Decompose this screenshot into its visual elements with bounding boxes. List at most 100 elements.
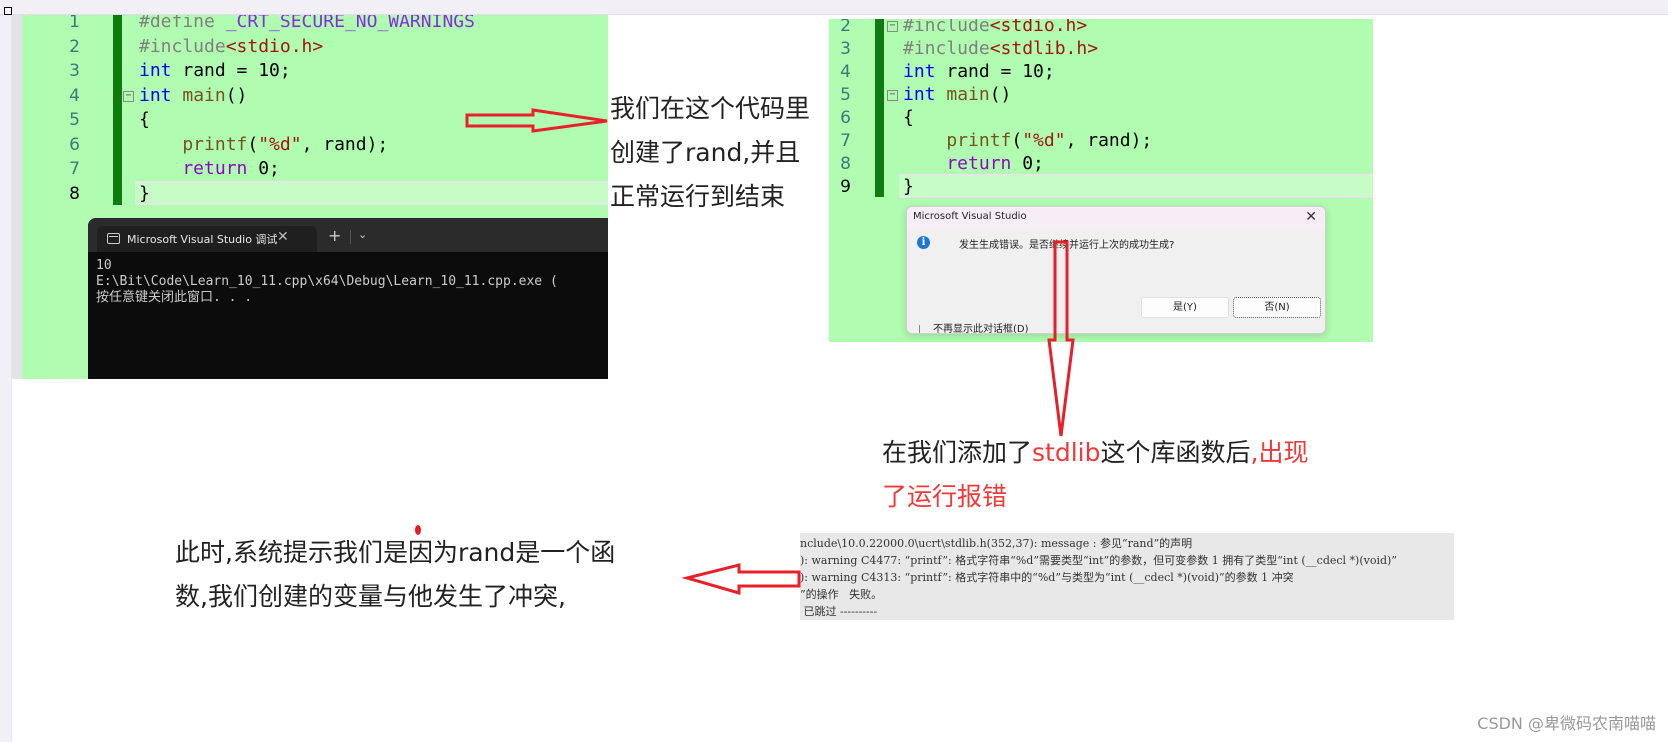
- annotation-top: 我们在这个代码里 创建了rand,并且 正常运行到结束: [610, 87, 810, 219]
- change-indicator-bar: [113, 15, 122, 205]
- code-text: int rand = 10;: [139, 58, 291, 84]
- line-number: 5: [69, 110, 80, 130]
- build-output-line: nclude\10.0.22000.0\ucrt\stdlib.h(352,37…: [800, 537, 1193, 550]
- code-token: #define: [139, 15, 226, 32]
- code-token: rand = 10;: [935, 61, 1055, 82]
- watermark: CSDN @卑微码农南喵喵: [1477, 714, 1656, 733]
- code-line: 2 #include<stdio.h>: [12, 34, 608, 60]
- line-number: 9: [840, 177, 851, 197]
- code-text: }: [903, 174, 914, 200]
- build-error-dialog: Microsoft Visual Studio ✕ i 发生生成错误。是否继续并…: [906, 206, 1326, 334]
- code-token: , rand);: [301, 133, 389, 155]
- annotation-line: 我们在这个代码里: [610, 94, 811, 123]
- tab-separator: [350, 230, 351, 244]
- annotation-line: 创建了rand,并且: [610, 138, 801, 167]
- change-indicator-bar: [875, 19, 884, 197]
- annotation-highlight: ,出现: [1250, 438, 1309, 467]
- console-tab-title: Microsoft Visual Studio 调试: [127, 233, 278, 246]
- line-number: 4: [69, 85, 80, 106]
- line-number: 2: [69, 36, 80, 57]
- line-number: 3: [69, 61, 80, 81]
- code-token: int: [139, 84, 172, 106]
- code-line: 4 int main() −: [12, 83, 608, 109]
- annotation-middle: 在我们添加了stdlib这个库函数后,出现 了运行报错: [882, 431, 1308, 519]
- annotation-line: 在我们添加了stdlib这个库函数后,出现: [882, 431, 1308, 475]
- code-token: <stdio.h>: [225, 35, 324, 57]
- no-button[interactable]: 否(N): [1233, 297, 1321, 318]
- annotation-highlight: stdlib: [1032, 438, 1101, 467]
- line-number: 8: [69, 183, 80, 204]
- code-token: int: [139, 60, 172, 81]
- code-token: <stdlib.h>: [989, 38, 1099, 59]
- code-text: printf("%d", rand);: [139, 132, 388, 158]
- close-tab-icon[interactable]: ✕: [277, 229, 289, 245]
- annotation-text: 在我们添加了: [882, 438, 1033, 467]
- build-output-line: 已跳过 ----------: [800, 605, 878, 618]
- build-output-line: ”的操作 失败。: [800, 588, 883, 601]
- code-token: _CRT_SECURE_NO_WARNINGS: [225, 15, 475, 32]
- debug-console-window: Microsoft Visual Studio 调试 ✕ + ⌄ 10 E:\B…: [88, 218, 608, 379]
- line-number: 7: [69, 159, 80, 179]
- info-icon: i: [917, 236, 930, 249]
- document-canvas: 1 #define _CRT_SECURE_NO_WARNINGS 2 #includ…: [12, 15, 1668, 742]
- arrow-left-icon: [681, 563, 801, 595]
- code-token: <stdio.h>: [989, 19, 1088, 36]
- arrow-left-shape: [681, 563, 801, 595]
- code-token: }: [903, 176, 914, 197]
- build-output-text: nclude\10.0.22000.0\ucrt\stdlib.h(352,37…: [800, 535, 1397, 620]
- code-token: int: [903, 84, 936, 105]
- window-corner-checkbox[interactable]: [4, 7, 12, 15]
- code-text: {: [139, 107, 150, 133]
- code-token: #include: [903, 19, 990, 36]
- code-token: return: [139, 158, 248, 179]
- fold-toggle-icon[interactable]: −: [123, 90, 134, 102]
- code-token: #include: [903, 38, 990, 59]
- yes-button[interactable]: 是(Y): [1141, 297, 1229, 318]
- code-text: }: [139, 181, 150, 207]
- dialog-title-bar: Microsoft Visual Studio ✕: [907, 207, 1325, 229]
- code-token: "%d": [258, 133, 302, 155]
- code-token: rand = 10;: [171, 60, 291, 81]
- code-token: 0;: [247, 158, 280, 179]
- annotation-line: 了运行报错: [882, 482, 1008, 511]
- code-token: main: [935, 84, 990, 105]
- code-token: 0;: [1011, 153, 1044, 174]
- current-line-highlight: [899, 174, 1373, 198]
- code-line: 7 return 0;: [12, 156, 608, 182]
- code-token: int: [903, 61, 936, 82]
- code-text: int main(): [139, 83, 247, 109]
- line-number: 6: [69, 134, 80, 155]
- annotation-line: 正常运行到结束: [610, 182, 786, 211]
- arrow-down-shape: [1047, 240, 1075, 437]
- code-token: {: [139, 109, 150, 130]
- fold-toggle-icon[interactable]: −: [887, 21, 898, 32]
- arrow-right-shape: [465, 108, 608, 133]
- terminal-icon: [107, 233, 120, 244]
- fold-toggle-icon[interactable]: −: [887, 90, 898, 101]
- code-text: #include<stdio.h>: [139, 34, 323, 60]
- console-tab[interactable]: Microsoft Visual Studio 调试 ✕: [97, 226, 317, 252]
- line-number: 1: [69, 15, 80, 32]
- code-token: (): [225, 84, 248, 106]
- annotation-text: 这个库函数后: [1100, 438, 1251, 467]
- dont-show-checkbox[interactable]: [919, 325, 931, 333]
- code-text: return 0;: [139, 156, 280, 182]
- chevron-down-icon[interactable]: ⌄: [358, 228, 367, 241]
- build-output-panel: nclude\10.0.22000.0\ucrt\stdlib.h(352,37…: [800, 533, 1454, 620]
- annotation-bottom: 此时,系统提示我们是因为rand是一个函 数,我们创建的变量与他发生了冲突,: [175, 531, 615, 619]
- code-token: , rand);: [1065, 130, 1153, 151]
- code-token: return: [903, 153, 1012, 174]
- left-margin: [0, 15, 12, 742]
- code-token: printf: [903, 130, 1012, 151]
- current-line-highlight: [135, 180, 608, 205]
- code-token: (): [989, 84, 1012, 105]
- code-token: "%d": [1022, 130, 1066, 151]
- close-icon[interactable]: ✕: [1305, 209, 1317, 225]
- code-token: (: [247, 133, 259, 155]
- code-text: #define _CRT_SECURE_NO_WARNINGS: [139, 15, 475, 35]
- arrow-down-icon: [1047, 240, 1075, 437]
- dialog-title: Microsoft Visual Studio: [913, 211, 1027, 222]
- code-line: 3 int rand = 10;: [12, 58, 608, 84]
- console-output: 10 E:\Bit\Code\Learn_10_11.cpp\x64\Debug…: [96, 258, 558, 305]
- new-tab-icon[interactable]: +: [328, 228, 341, 244]
